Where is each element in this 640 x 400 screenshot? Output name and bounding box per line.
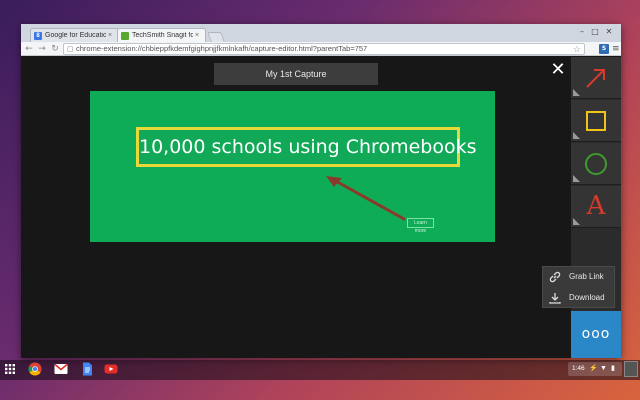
close-window-icon[interactable]: ✕ [604,27,614,37]
google-favicon-icon: 8 [34,31,42,40]
bookmark-star-icon[interactable]: ☆ [573,44,581,54]
os-shelf: 1:46 ⚡ ▼ ▮ [0,358,640,400]
grab-link-label: Grab Link [569,272,604,281]
tab-label: TechSmith Snagit for Go [132,32,193,39]
capture-canvas[interactable]: 10,000 schools using Chromebooks Learn m… [90,91,495,242]
new-tab-button[interactable] [207,32,225,42]
page-icon: ▢ [67,46,74,53]
tab-techsmith-snagit[interactable]: TechSmith Snagit for Go × [117,28,206,42]
corner-indicator-icon [573,218,580,225]
captured-button-label: Learn more [407,218,434,234]
clock-time: 1:46 [572,365,585,372]
corner-indicator-icon [573,175,580,182]
maximize-icon[interactable]: □ [590,27,600,37]
circle-icon [585,153,607,175]
browser-window: 8 Google for Education: A × TechSmith Sn… [21,24,621,358]
close-icon[interactable]: ✕ [549,61,567,79]
arrow-annotation[interactable] [320,173,410,223]
arrow-icon [586,69,605,88]
minimize-icon[interactable]: – [577,27,587,37]
back-icon[interactable]: ← [24,43,34,55]
tab-strip: 8 Google for Education: A × TechSmith Sn… [21,24,621,42]
reload-icon[interactable]: ↻ [50,43,60,55]
overview-icon[interactable] [624,361,638,377]
capture-editor: My 1st Capture ✕ 10,000 schools using Ch… [21,57,621,358]
system-tray[interactable]: 1:46 ⚡ ▼ ▮ [568,362,622,376]
browser-toolbar: ← → ↻ ▢ chrome-extension://chbieppfkdemf… [21,42,621,56]
corner-indicator-icon [573,132,580,139]
app-launcher-icon[interactable] [5,364,15,374]
gmail-icon[interactable] [54,362,68,376]
wifi-icon: ▼ [600,365,607,372]
snagit-favicon-icon [121,31,129,40]
corner-indicator-icon [573,89,580,96]
tab-google-education[interactable]: 8 Google for Education: A × [30,28,119,42]
download-label: Download [569,293,605,302]
close-tab-icon[interactable]: × [108,32,114,39]
download-icon [549,293,561,304]
capture-title[interactable]: My 1st Capture [214,63,378,85]
text-tool-button[interactable]: A [571,186,621,228]
tab-label: Google for Education: A [45,32,106,39]
more-options-button[interactable]: ooo [571,311,621,358]
youtube-icon[interactable] [104,362,118,376]
rectangle-tool-button[interactable] [571,100,621,142]
square-icon [586,111,606,131]
url-text: chrome-extension://chbieppfkdemfgighpnjj… [76,44,368,53]
chrome-menu-icon[interactable]: ≡ [612,43,620,55]
forward-icon[interactable]: → [37,43,47,55]
chrome-icon[interactable] [28,362,42,376]
snagit-extension-icon[interactable]: S [599,44,609,54]
notifications-icon: ⚡ [589,365,598,372]
link-icon [549,271,561,283]
arrow-tool-button[interactable] [571,57,621,99]
share-menu: Grab Link Download [542,266,615,308]
download-button[interactable]: Download [543,288,616,308]
shelf-bar [0,360,640,380]
docs-icon[interactable] [80,362,94,376]
captured-headline: 10,000 schools using Chromebooks [136,127,476,167]
grab-link-button[interactable]: Grab Link [543,267,616,287]
address-bar[interactable]: ▢ chrome-extension://chbieppfkdemfgighpn… [63,43,585,55]
ellipse-tool-button[interactable] [571,143,621,185]
battery-icon: ▮ [611,365,615,372]
close-tab-icon[interactable]: × [195,32,201,39]
